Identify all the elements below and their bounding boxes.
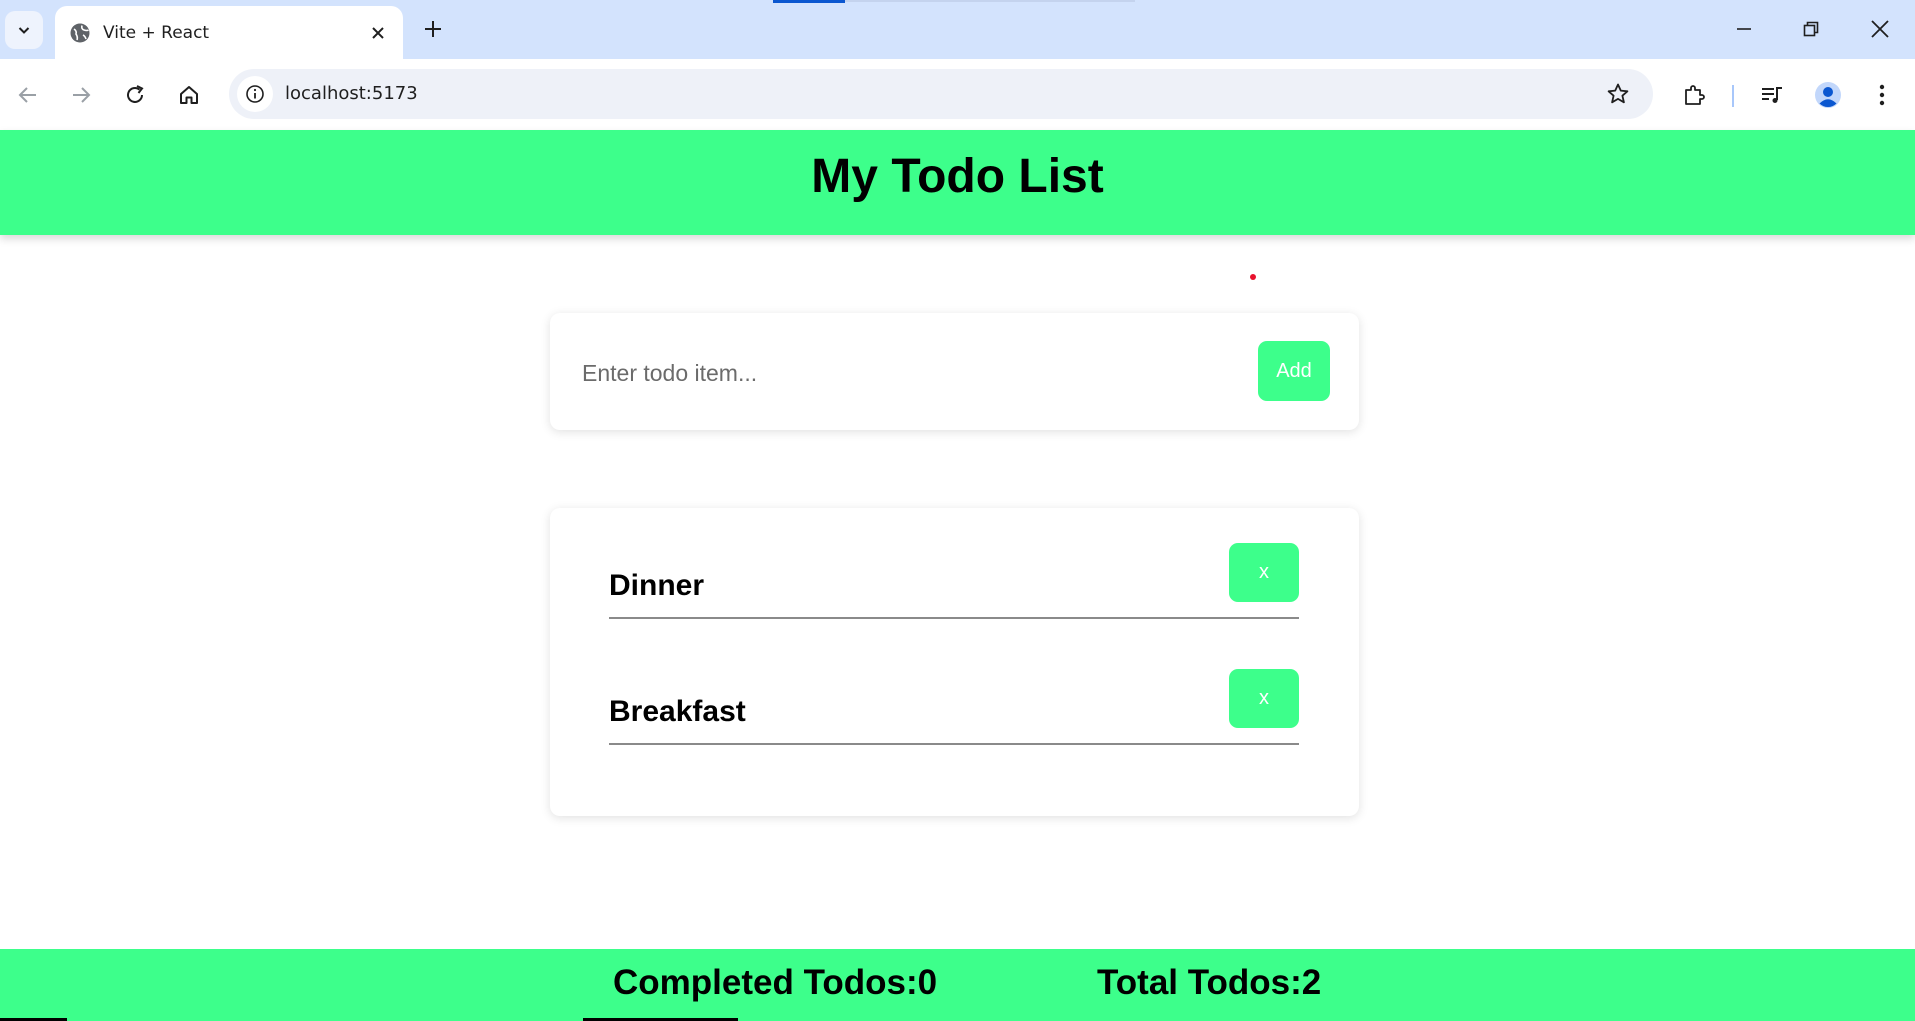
todo-text[interactable]: Dinner: [609, 569, 704, 603]
more-vert-icon: [1879, 84, 1885, 106]
back-button[interactable]: [8, 75, 48, 115]
media-controls-button[interactable]: [1752, 75, 1792, 115]
app-footer: Completed Todos:0 Total Todos:2: [0, 949, 1915, 1021]
browser-tabstrip: Vite + React: [0, 0, 1915, 59]
arrow-left-icon: [18, 87, 36, 103]
page-title: My Todo List: [811, 150, 1104, 203]
delete-todo-button[interactable]: x: [1229, 669, 1299, 728]
new-tab-button[interactable]: [417, 13, 449, 45]
minimize-icon: [1737, 28, 1751, 30]
profile-button[interactable]: [1808, 75, 1848, 115]
queue-music-icon: [1762, 87, 1782, 103]
add-todo-card: Add: [550, 313, 1359, 430]
list-item: Breakfast x: [609, 669, 1299, 745]
total-count: Total Todos:2: [1097, 963, 1322, 1002]
restore-icon: [1803, 21, 1819, 37]
delete-todo-button[interactable]: x: [1229, 543, 1299, 602]
puzzle-icon: [1685, 85, 1705, 105]
close-icon: [1871, 20, 1889, 38]
forward-button[interactable]: [61, 75, 101, 115]
bookmark-star-icon[interactable]: [1603, 79, 1633, 109]
todo-list: Dinner x Breakfast x: [550, 508, 1359, 816]
list-item: Dinner x: [609, 543, 1299, 619]
chevron-down-icon: [18, 27, 30, 34]
reload-icon: [127, 85, 144, 103]
info-icon: [246, 85, 264, 103]
tab-title: Vite + React: [103, 22, 210, 43]
plus-icon: [425, 21, 441, 37]
site-info-button[interactable]: [237, 76, 273, 112]
toolbar-divider: [1732, 85, 1734, 107]
url-text[interactable]: localhost:5173: [285, 83, 418, 104]
browser-tab-active[interactable]: Vite + React: [55, 6, 403, 59]
home-button[interactable]: [169, 75, 209, 115]
todo-input[interactable]: [582, 351, 1222, 395]
home-icon: [180, 86, 198, 104]
tab-progress-track: [845, 0, 1135, 2]
menu-button[interactable]: [1862, 75, 1902, 115]
globe-icon: [69, 22, 91, 44]
reload-button[interactable]: [115, 75, 155, 115]
restore-button[interactable]: [1783, 8, 1839, 50]
arrow-right-icon: [73, 87, 91, 103]
todo-text[interactable]: Breakfast: [609, 695, 746, 729]
cursor-dot: [1250, 274, 1256, 280]
completed-count: Completed Todos:0: [613, 963, 938, 1002]
browser-toolbar: localhost:5173: [0, 59, 1915, 130]
address-bar[interactable]: localhost:5173: [229, 69, 1653, 119]
app-header: My Todo List: [0, 130, 1915, 235]
avatar-icon: [1815, 82, 1841, 108]
add-button[interactable]: Add: [1258, 341, 1330, 401]
close-window-button[interactable]: [1852, 8, 1908, 50]
tab-progress-indicator: [773, 0, 845, 3]
minimize-button[interactable]: [1716, 8, 1772, 50]
tab-search-button[interactable]: [5, 11, 43, 49]
extensions-button[interactable]: [1674, 75, 1714, 115]
tab-close-icon[interactable]: [365, 20, 391, 46]
